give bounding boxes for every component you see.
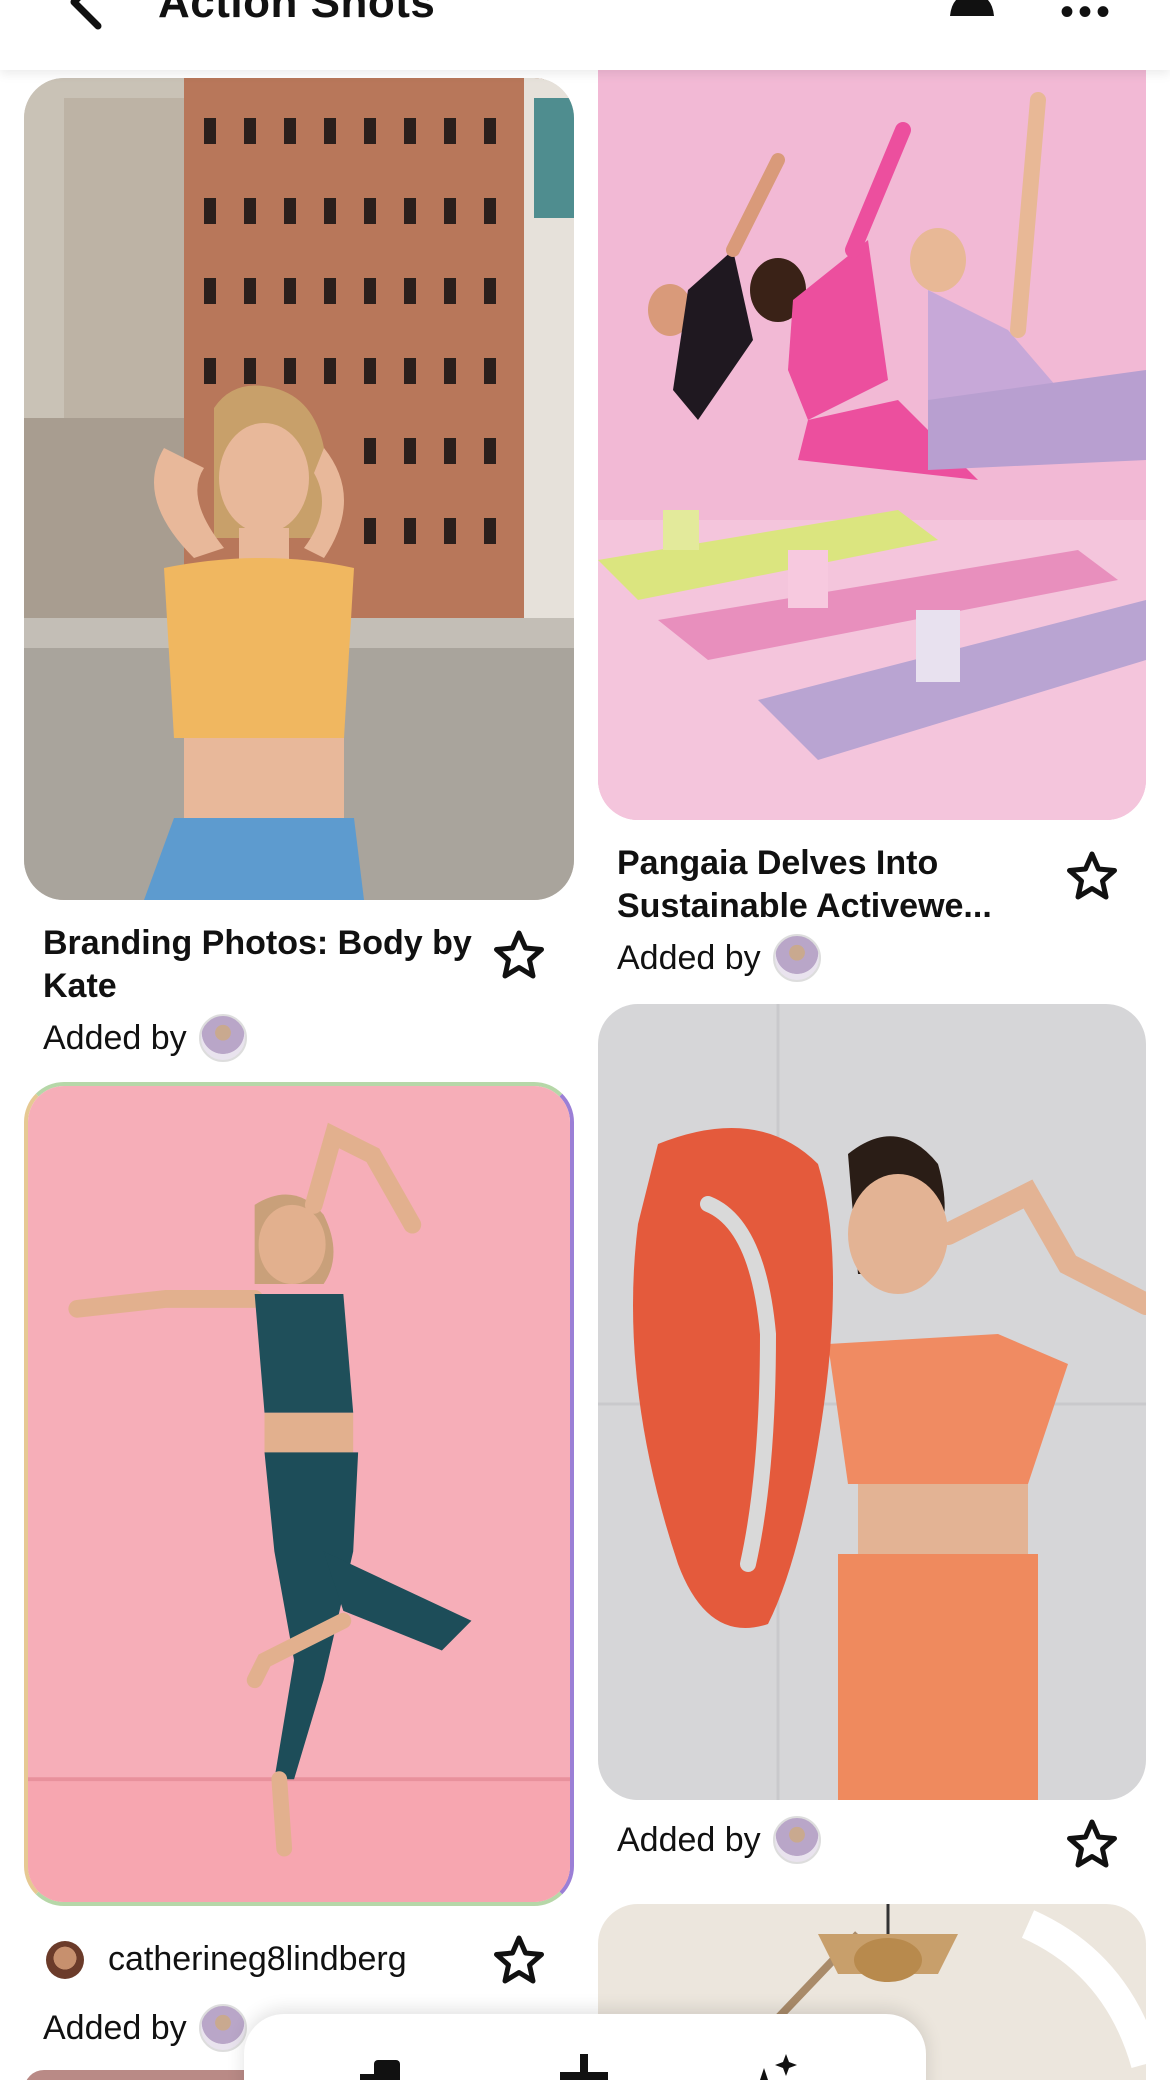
more-button[interactable]: ••• [1060, 0, 1114, 35]
avatar[interactable] [772, 1816, 821, 1864]
added-by-label: Added by [617, 1821, 761, 1859]
added-by: Added by [43, 2004, 247, 2052]
board-header: Action Shots ••• [0, 0, 1170, 70]
pin-title: Branding Photos: Body by Kate [43, 924, 472, 1005]
star-button[interactable] [1064, 1816, 1120, 1872]
organize-button[interactable] [350, 2054, 410, 2080]
collaborators-button[interactable] [940, 0, 1000, 16]
page-title: Action Shots [158, 0, 436, 27]
back-button[interactable] [60, 0, 120, 30]
add-button[interactable] [554, 2054, 614, 2080]
pin-image-dancing[interactable] [24, 1082, 574, 1906]
star-icon [1067, 851, 1117, 900]
star-icon [494, 930, 544, 979]
added-by-label: Added by [43, 1019, 187, 1057]
creator-name: catherineg8lindberg [108, 1940, 407, 1978]
pin-image-branding-photos[interactable] [24, 78, 574, 900]
creator-avatar [46, 1940, 84, 1979]
organize-icon [360, 2060, 400, 2080]
added-by: Added by [617, 1816, 821, 1864]
star-button[interactable] [1064, 848, 1120, 904]
added-by-label: Added by [617, 939, 761, 977]
add-icon [560, 2054, 608, 2080]
more-icon: ••• [1060, 0, 1115, 34]
sparkle-icon [760, 2054, 797, 2080]
added-by: Added by [617, 934, 821, 982]
star-icon [494, 1935, 544, 1984]
pin-title: Pangaia Delves Into Sustainable Activewe… [617, 844, 992, 925]
star-button[interactable] [491, 1932, 547, 1988]
pin-image-pangaia[interactable] [598, 40, 1146, 820]
avatar[interactable] [772, 934, 821, 982]
person-icon [950, 0, 994, 16]
sparkle-button[interactable] [744, 2054, 804, 2080]
star-icon [1067, 1819, 1117, 1868]
pin-creator[interactable]: catherineg8lindberg [46, 1940, 407, 1979]
added-by-label: Added by [43, 2009, 187, 2047]
bottom-action-bar [244, 2014, 926, 2080]
star-button[interactable] [491, 927, 547, 983]
pin-image-orange-sneaker[interactable] [598, 1004, 1146, 1800]
avatar[interactable] [198, 1014, 247, 1062]
back-arrow-icon [70, 0, 102, 30]
avatar[interactable] [198, 2004, 247, 2052]
added-by: Added by [43, 1014, 247, 1062]
